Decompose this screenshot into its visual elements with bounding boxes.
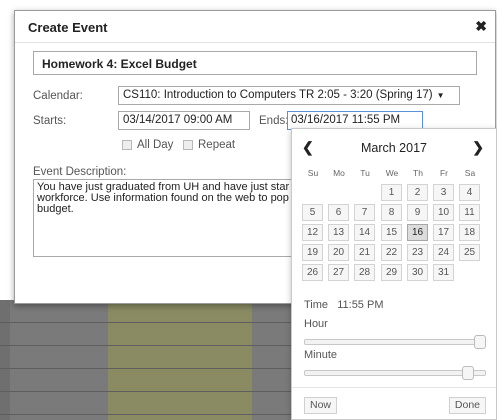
- day-cell[interactable]: 1: [381, 184, 402, 201]
- weekday-th: Th: [413, 168, 423, 178]
- calendar-column: [252, 300, 292, 420]
- minute-label: Minute: [304, 349, 338, 361]
- time-value: 11:55 PM: [337, 299, 384, 311]
- day-cell[interactable]: 5: [302, 204, 323, 221]
- calendar-column: [10, 300, 108, 420]
- checkbox-icon: [183, 140, 193, 150]
- weekday-we: We: [385, 168, 399, 178]
- description-label: Event Description:: [33, 166, 127, 178]
- all-day-checkbox[interactable]: All Day: [122, 139, 173, 151]
- day-cell[interactable]: 30: [407, 264, 428, 281]
- day-cell[interactable]: 28: [354, 264, 375, 281]
- day-cell[interactable]: 2: [407, 184, 428, 201]
- datetime-picker: ❮ March 2017 ❯ Su Mo Tu We Th Fr Sa 1234567891…: [291, 128, 497, 420]
- day-cell[interactable]: 9: [407, 204, 428, 221]
- time-label: Time: [304, 299, 329, 311]
- calendar-select[interactable]: CS110: Introduction to Computers TR 2:05…: [118, 86, 460, 105]
- calendar-label: Calendar:: [33, 90, 83, 102]
- starts-label: Starts:: [33, 115, 67, 127]
- day-cell[interactable]: 11: [459, 204, 480, 221]
- day-cell[interactable]: 20: [328, 244, 349, 261]
- event-title-input[interactable]: Homework 4: Excel Budget: [33, 51, 477, 75]
- day-cell[interactable]: 31: [433, 264, 454, 281]
- weekday-su: Su: [307, 168, 319, 178]
- day-cell[interactable]: 26: [302, 264, 323, 281]
- day-cell[interactable]: 7: [354, 204, 375, 221]
- day-cell[interactable]: 12: [302, 224, 323, 241]
- day-cell[interactable]: 13: [328, 224, 349, 241]
- minute-slider[interactable]: [304, 366, 486, 380]
- day-cell[interactable]: 18: [459, 224, 480, 241]
- day-cell[interactable]: 3: [433, 184, 454, 201]
- day-cell[interactable]: 17: [433, 224, 454, 241]
- day-cell[interactable]: 15: [381, 224, 402, 241]
- day-cell-selected[interactable]: 16: [407, 224, 428, 241]
- description-textarea[interactable]: You have just graduated from UH and have…: [33, 179, 303, 257]
- calendar-select-value: CS110: Introduction to Computers TR 2:05…: [123, 89, 433, 101]
- dialog-title: Create Event: [28, 20, 108, 35]
- calendar-column-highlight: [108, 300, 252, 420]
- all-day-label: All Day: [137, 139, 174, 151]
- divider: [15, 42, 495, 43]
- day-cell[interactable]: 27: [328, 264, 349, 281]
- weekday-mo: Mo: [333, 168, 345, 178]
- day-cell[interactable]: 23: [407, 244, 428, 261]
- day-cell[interactable]: 10: [433, 204, 454, 221]
- day-cell[interactable]: 19: [302, 244, 323, 261]
- day-cell[interactable]: 21: [354, 244, 375, 261]
- day-cell[interactable]: 25: [459, 244, 480, 261]
- ends-label: Ends:: [259, 115, 289, 127]
- chevron-right-icon[interactable]: ❯: [472, 139, 484, 156]
- day-cell[interactable]: 29: [381, 264, 402, 281]
- divider: [292, 387, 496, 388]
- done-button[interactable]: Done: [448, 397, 486, 414]
- weekday-tu: Tu: [360, 168, 370, 178]
- day-cell[interactable]: 6: [328, 204, 349, 221]
- starts-input[interactable]: 03/14/2017 09:00 AM: [118, 111, 250, 130]
- picker-month: March 2017: [360, 141, 427, 155]
- day-cell[interactable]: 24: [433, 244, 454, 261]
- hour-slider[interactable]: [304, 335, 486, 349]
- caret-down-icon: ▼: [436, 91, 445, 100]
- checkbox-icon: [122, 140, 132, 150]
- weekday-fr: Fr: [439, 168, 449, 178]
- day-cell[interactable]: 14: [354, 224, 375, 241]
- hour-label: Hour: [304, 318, 328, 330]
- weekday-sa: Sa: [464, 168, 476, 178]
- now-button[interactable]: Now: [304, 397, 338, 414]
- day-cell[interactable]: 8: [381, 204, 402, 221]
- day-cell[interactable]: 22: [381, 244, 402, 261]
- repeat-label: Repeat: [198, 139, 236, 151]
- close-icon[interactable]: ✖: [475, 19, 487, 33]
- hour-slider-handle[interactable]: [474, 335, 486, 349]
- day-cell[interactable]: 4: [459, 184, 480, 201]
- minute-slider-handle[interactable]: [462, 366, 474, 380]
- time-readout: Time 11:55 PM: [304, 299, 384, 311]
- repeat-checkbox[interactable]: Repeat: [183, 139, 235, 151]
